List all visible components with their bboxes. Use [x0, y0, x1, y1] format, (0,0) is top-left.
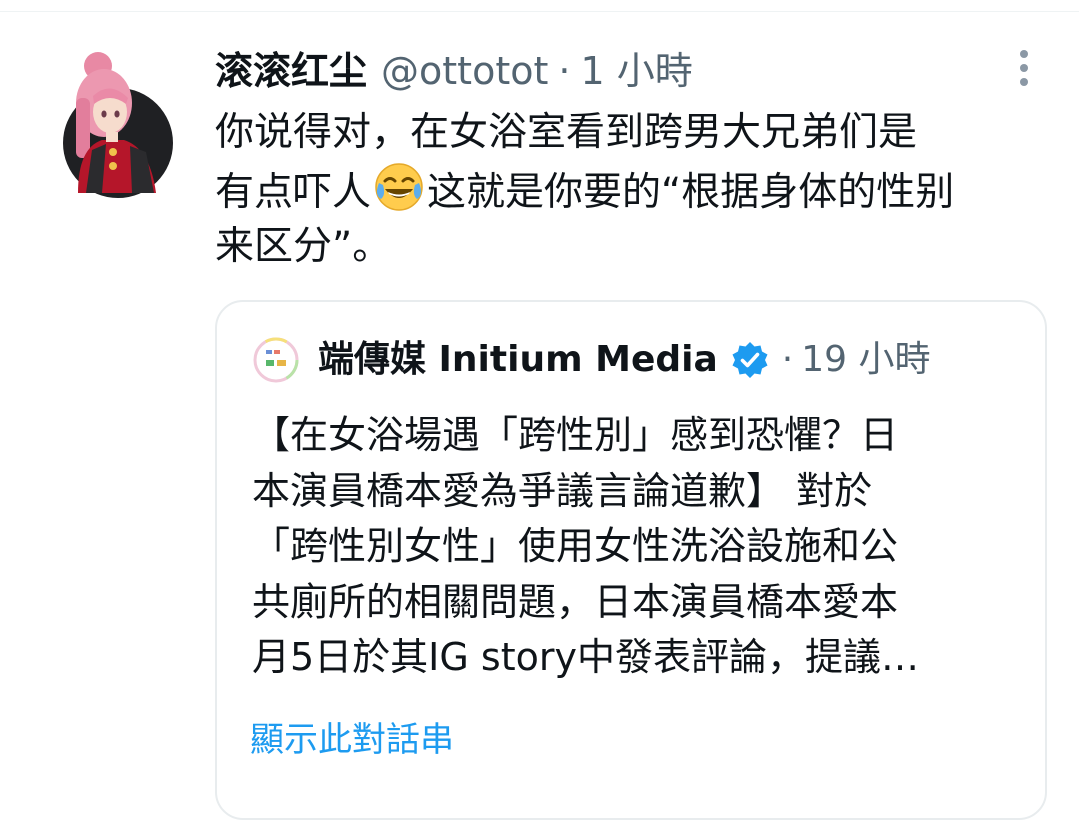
author-handle[interactable]: @ottotot — [381, 44, 548, 98]
quoted-text-line: 本演員橋本愛為爭議言論道歉】 對於 — [252, 468, 873, 513]
tweet-text: 你说得对，在女浴室看到跨男大兄弟们是 有点吓人 这就是你要的“根据身体的性别 来… — [215, 104, 1055, 275]
tweet-text-segment: 有点吓人 — [215, 170, 372, 215]
tweet-text-segment: 这就是你要的“根据身体的性别 — [427, 170, 955, 215]
more-vertical-icon[interactable] — [1012, 48, 1036, 88]
tweet-text-line: 来区分”。 — [215, 224, 392, 269]
quoted-text-line: 【在女浴場遇「跨性別」感到恐懼？日 — [252, 413, 899, 457]
tweet-text-line: 有点吓人 这就是你要的“根据身体的性别 — [215, 161, 1055, 218]
avatar-illustration — [63, 52, 173, 198]
author-avatar[interactable] — [58, 48, 178, 198]
face-with-tears-of-joy-icon — [373, 161, 425, 213]
quoted-author-name[interactable]: 端傳媒 Initium Media — [318, 332, 718, 388]
quoted-text-line: 月5日於其IG story中發表評論，提議… — [252, 635, 919, 680]
author-display-name[interactable]: 滚滚红尘 — [215, 44, 367, 98]
quoted-text-line: 「跨性別女性」使用女性洗浴設施和公 — [252, 524, 899, 569]
tweet-header: 滚滚红尘 @ottotot · 1 小時 — [215, 44, 693, 98]
tweet-text-line: 你说得对，在女浴室看到跨男大兄弟们是 — [215, 110, 918, 155]
quoted-author-avatar[interactable] — [252, 336, 300, 384]
quoted-tweet-text: 【在女浴場遇「跨性別」感到恐懼？日 本演員橋本愛為爭議言論道歉】 對於 「跨性別… — [252, 408, 1032, 686]
header-separator: · — [558, 49, 571, 93]
quoted-tweet-header: 端傳媒 Initium Media · 19 小時 — [252, 332, 930, 388]
tweet-timestamp[interactable]: 1 小時 — [580, 44, 692, 98]
verified-badge-icon — [730, 340, 770, 380]
top-divider — [0, 0, 1079, 12]
quoted-tweet-timestamp[interactable]: 19 小時 — [801, 332, 930, 388]
quoted-text-line: 共廁所的相關問題，日本演員橋本愛本 — [252, 579, 899, 624]
show-thread-link[interactable]: 顯示此對話串 — [250, 716, 454, 764]
quoted-header-separator: · — [781, 339, 794, 380]
